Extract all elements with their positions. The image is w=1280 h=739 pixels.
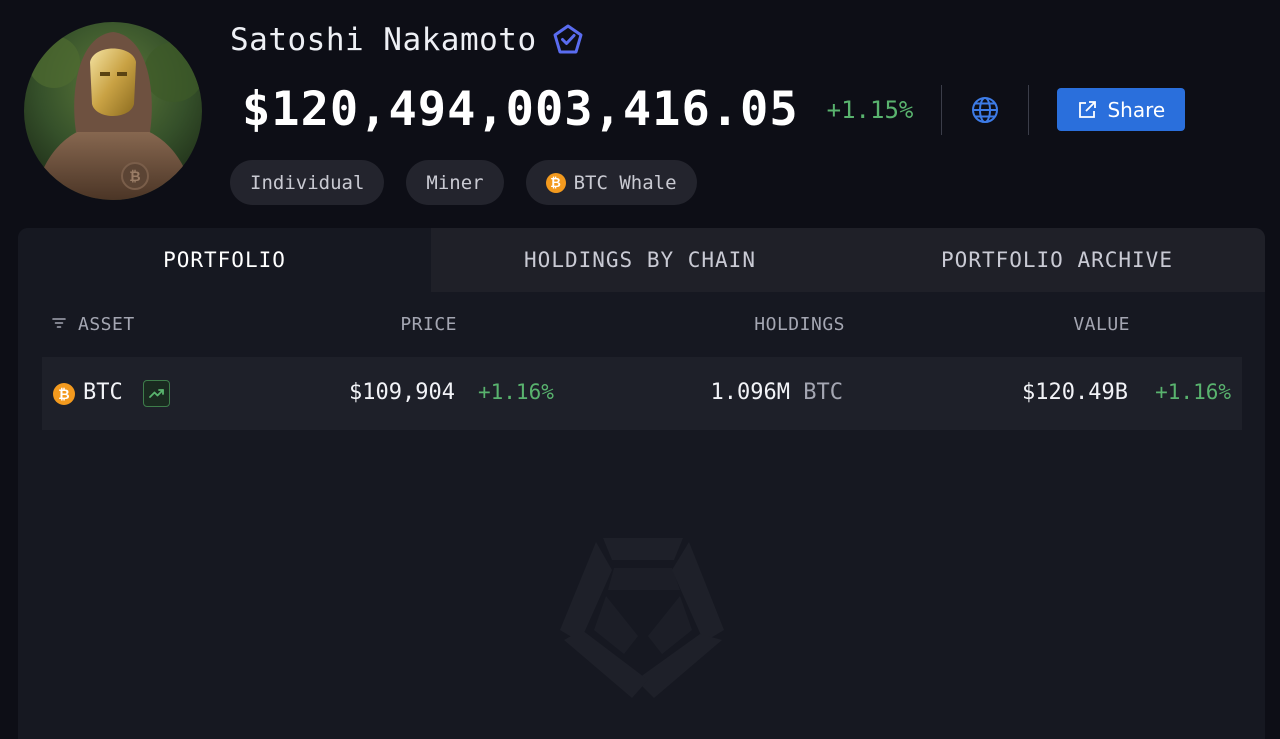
column-header-holdings[interactable]: HOLDINGS: [754, 314, 845, 335]
portfolio-panel: PORTFOLIO HOLDINGS BY CHAIN PORTFOLIO AR…: [18, 228, 1265, 739]
arkham-logo-watermark: [552, 530, 734, 702]
tab-portfolio[interactable]: PORTFOLIO: [18, 228, 431, 292]
tag-label: Miner: [426, 171, 484, 194]
table-header: ASSET PRICE HOLDINGS VALUE: [18, 292, 1265, 357]
asset-value: $120.49B: [1022, 380, 1128, 405]
tab-holdings-by-chain[interactable]: HOLDINGS BY CHAIN: [431, 228, 849, 292]
holdings-amount: 1.096M: [710, 380, 790, 405]
btc-coin-icon: ₿: [53, 383, 75, 405]
asset-price-change: +1.16%: [478, 380, 554, 404]
divider: [1028, 84, 1030, 135]
holdings-unit: BTC: [803, 380, 843, 405]
svg-text:₿: ₿: [129, 169, 140, 185]
verified-badge-icon: [551, 23, 585, 57]
asset-holdings: 1.096M BTC: [711, 380, 843, 405]
tag-label: Individual: [250, 171, 365, 194]
profile-avatar: ₿: [24, 22, 202, 200]
asset-symbol: BTC: [83, 380, 123, 405]
sort-filter-icon[interactable]: [51, 315, 67, 331]
share-button[interactable]: Share: [1057, 88, 1186, 131]
trending-up-icon[interactable]: [143, 380, 170, 407]
tag-individual[interactable]: Individual: [230, 160, 385, 205]
profile-name: Satoshi Nakamoto: [230, 22, 537, 58]
column-header-value[interactable]: VALUE: [1073, 314, 1130, 335]
globe-icon[interactable]: [970, 95, 1000, 125]
divider: [941, 84, 943, 135]
column-header-price[interactable]: PRICE: [400, 314, 457, 335]
tab-portfolio-archive[interactable]: PORTFOLIO ARCHIVE: [849, 228, 1265, 292]
total-value-change: +1.15%: [826, 95, 914, 124]
asset-price: $109,904: [349, 380, 455, 405]
tab-bar: PORTFOLIO HOLDINGS BY CHAIN PORTFOLIO AR…: [18, 228, 1265, 292]
column-header-asset[interactable]: ASSET: [78, 314, 135, 335]
total-portfolio-value: $120,494,003,416.05: [242, 82, 799, 137]
share-button-label: Share: [1107, 97, 1166, 122]
tag-miner[interactable]: Miner: [406, 160, 504, 205]
tag-btc-whale[interactable]: ₿ BTC Whale: [525, 160, 697, 205]
tag-label: BTC Whale: [573, 171, 677, 194]
asset-value-change: +1.16%: [1155, 380, 1231, 404]
btc-coin-icon: ₿: [545, 172, 566, 193]
table-row[interactable]: ₿ BTC $109,904 +1.16% 1.096M BTC $120.49…: [42, 357, 1242, 430]
external-link-icon: [1077, 100, 1097, 120]
